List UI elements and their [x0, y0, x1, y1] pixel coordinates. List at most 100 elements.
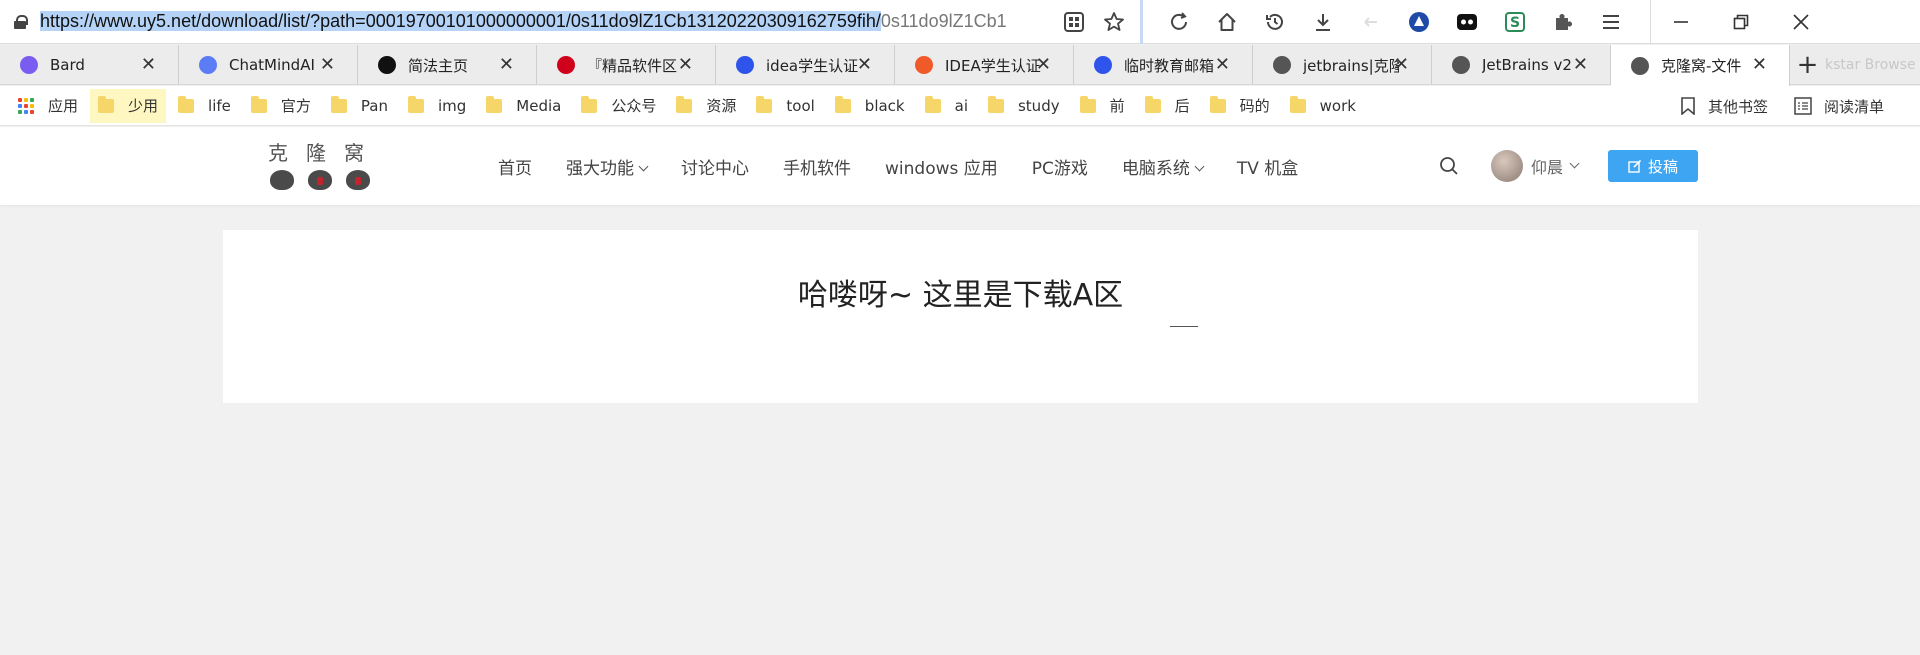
extensions-puzzle-icon[interactable] — [1551, 10, 1575, 34]
close-tab-icon[interactable]: ✕ — [1573, 55, 1588, 75]
star-bookmark-icon[interactable] — [1102, 10, 1126, 34]
download-area-card: 哈喽呀~ 这里是下载A区 — [223, 230, 1698, 403]
other-bookmarks[interactable]: 其他书签 — [1680, 96, 1768, 117]
reading-list[interactable]: 阅读清单 — [1794, 96, 1884, 117]
folder-icon — [330, 95, 347, 113]
browser-tab[interactable]: ChatMindAI ✕ — [179, 45, 358, 85]
bookmark-folder[interactable]: img — [400, 89, 474, 123]
search-icon[interactable] — [1437, 154, 1461, 178]
close-tab-icon[interactable]: ✕ — [678, 55, 693, 75]
bookmark-folder[interactable]: black — [827, 89, 913, 123]
url-text[interactable]: https://www.uy5.net/download/list/?path=… — [40, 11, 1070, 32]
browser-tab[interactable]: jetbrains|克隆 ✕ — [1253, 45, 1432, 85]
address-bar[interactable]: https://www.uy5.net/download/list/?path=… — [0, 0, 1143, 44]
apps-grid-icon — [18, 97, 34, 114]
bookmark-label: 后 — [1174, 97, 1190, 115]
download-icon[interactable] — [1311, 10, 1335, 34]
avatar[interactable] — [1490, 150, 1523, 182]
bookmark-icon — [1681, 97, 1695, 115]
bug-icon — [1452, 56, 1470, 74]
menu-hamburger-icon[interactable] — [1599, 10, 1623, 34]
bookmark-folder[interactable]: Pan — [323, 89, 396, 123]
lock-icon[interactable] — [14, 14, 28, 29]
bookmark-apps[interactable]: 应用 — [0, 89, 86, 123]
bookmark-folder[interactable]: Media — [478, 89, 569, 123]
nav-item[interactable]: TV 机盒 — [1237, 154, 1298, 179]
nav-item[interactable]: windows 应用 — [885, 154, 998, 179]
minimize-button[interactable] — [1651, 0, 1711, 44]
bookmark-folder[interactable]: 码的 — [1202, 89, 1278, 123]
bookmark-label: tool — [786, 96, 815, 115]
logo-char: 窝 — [344, 141, 364, 165]
browser-tab[interactable]: idea学生认证 ✕ — [716, 45, 895, 85]
bookmark-folder[interactable]: work — [1282, 89, 1364, 123]
nav-item[interactable]: PC游戏 — [1032, 154, 1088, 179]
bookmark-label: Media — [516, 96, 562, 115]
extension-s-icon[interactable]: S — [1503, 10, 1527, 34]
bookmark-apps-label: 应用 — [48, 97, 79, 115]
nav-item[interactable]: 强大功能 — [566, 154, 649, 179]
username[interactable]: 仰晨 — [1531, 154, 1563, 178]
close-tab-icon[interactable]: ✕ — [320, 55, 335, 75]
bookmark-folder[interactable]: tool — [748, 89, 822, 123]
chevron-down-icon[interactable] — [1569, 158, 1580, 168]
browser-tab[interactable]: 临时教育邮箱 ✕ — [1074, 45, 1253, 85]
nav-item[interactable]: 首页 — [498, 154, 532, 179]
bookmark-label: 前 — [1109, 97, 1125, 115]
tab-title: 临时教育邮箱 — [1124, 56, 1215, 75]
restore-icon — [1733, 14, 1749, 29]
browser-tab[interactable]: IDEA学生认证 ✕ — [895, 45, 1074, 85]
bookmark-folder[interactable]: 资源 — [668, 89, 744, 123]
csdn-icon — [915, 56, 933, 74]
close-tab-icon[interactable]: ✕ — [1215, 55, 1230, 75]
tab-title: 简法主页 — [408, 56, 469, 75]
folder-icon — [676, 95, 693, 113]
chatmind-icon — [199, 56, 217, 74]
undo-disabled-icon — [1359, 10, 1383, 34]
bookmark-folder[interactable]: 官方 — [243, 89, 319, 123]
close-tab-icon[interactable]: ✕ — [1394, 55, 1409, 75]
history-icon[interactable] — [1263, 10, 1287, 34]
nav-item[interactable]: 电脑系统 — [1122, 154, 1205, 179]
bookmark-folder[interactable]: 前 — [1072, 89, 1133, 123]
nav-item[interactable]: 讨论中心 — [681, 154, 749, 179]
baidu-paw-icon — [736, 56, 754, 74]
url-rest-part[interactable]: 0s11do9lZ1Cb1 — [881, 11, 1007, 31]
site-logo[interactable]: 克 隆 窝 — [268, 137, 378, 197]
url-selected-part[interactable]: https://www.uy5.net/download/list/?path=… — [40, 11, 881, 31]
bookmark-folder[interactable]: 公众号 — [573, 89, 664, 123]
reload-icon[interactable] — [1167, 10, 1191, 34]
extension-mask-icon[interactable] — [1455, 10, 1479, 34]
logo-bugs-icon — [270, 170, 378, 190]
home-icon[interactable] — [1215, 10, 1239, 34]
close-tab-icon[interactable]: ✕ — [141, 55, 156, 75]
extension-triangle-icon[interactable] — [1407, 10, 1431, 34]
close-tab-icon[interactable]: ✕ — [857, 55, 872, 75]
close-tab-icon[interactable]: ✕ — [499, 55, 514, 75]
qr-code-icon[interactable] — [1062, 10, 1086, 34]
tab-title: IDEA学生认证 — [945, 56, 1041, 75]
nav-item-label: PC游戏 — [1031, 158, 1088, 179]
close-tab-icon[interactable]: ✕ — [1752, 55, 1767, 75]
sparkle-icon — [20, 56, 38, 74]
browser-tab[interactable]: JetBrains v2 ✕ — [1432, 45, 1611, 85]
post-button[interactable]: 投稿 — [1608, 150, 1698, 182]
folder-icon — [1079, 95, 1096, 113]
bookmark-folder[interactable]: life — [170, 89, 239, 123]
browser-tab[interactable]: Bard ✕ — [0, 45, 179, 85]
bookmark-folder[interactable]: ai — [917, 89, 976, 123]
bookmark-folder[interactable]: 少用 — [90, 88, 167, 123]
new-tab-button[interactable]: + — [1790, 45, 1825, 85]
close-window-button[interactable] — [1771, 0, 1831, 44]
logo-char: 克 — [268, 141, 288, 165]
nav-item[interactable]: 手机软件 — [783, 154, 851, 179]
browser-tab[interactable]: 简法主页 ✕ — [358, 45, 537, 85]
bookmark-folder[interactable]: 后 — [1137, 89, 1198, 123]
browser-tab[interactable]: 『精品软件区 ✕ — [537, 45, 716, 85]
bookmark-label: life — [208, 96, 231, 115]
close-tab-icon[interactable]: ✕ — [1036, 55, 1051, 75]
bookmark-folder[interactable]: study — [980, 89, 1068, 123]
tab-title: 克隆窝-文件 — [1661, 57, 1742, 75]
browser-tab[interactable]: 克隆窝-文件 ✕ — [1611, 45, 1790, 86]
restore-button[interactable] — [1711, 0, 1771, 44]
